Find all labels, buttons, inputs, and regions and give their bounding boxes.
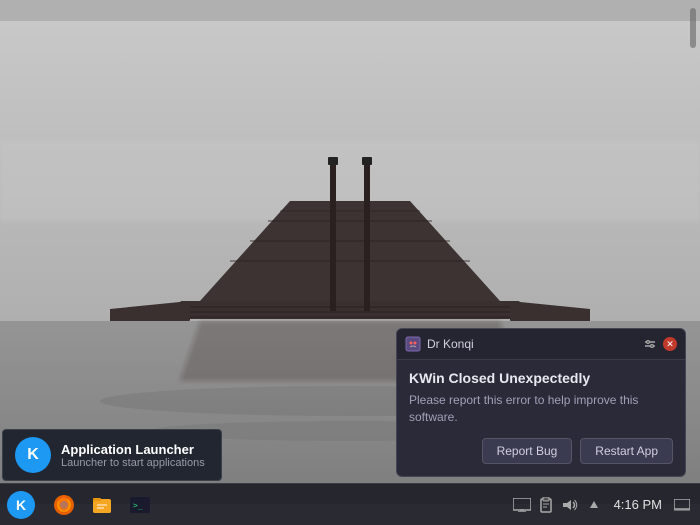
launcher-text: Application Launcher Launcher to start a… [61, 442, 205, 469]
app-launcher-popup: K Application Launcher Launcher to start… [2, 429, 222, 481]
system-tray: 4:16 PM [512, 495, 700, 515]
konqi-window-title: Dr Konqi [427, 337, 635, 351]
dr-konqi-header: Dr Konqi ✕ [397, 329, 685, 360]
taskbar-clock[interactable]: 4:16 PM [608, 497, 668, 512]
taskbar: K [0, 483, 700, 525]
launcher-title: Application Launcher [61, 442, 205, 457]
crash-title: KWin Closed Unexpectedly [409, 370, 673, 386]
dr-konqi-dialog: Dr Konqi ✕ KWin Closed Unexpectedly Plea… [396, 328, 686, 477]
konqi-icon [405, 336, 421, 352]
konqi-close-button[interactable]: ✕ [663, 337, 677, 351]
desktop: K Application Launcher Launcher to start… [0, 0, 700, 525]
dr-konqi-body: KWin Closed Unexpectedly Please report t… [397, 360, 685, 476]
show-desktop-icon[interactable] [672, 495, 692, 515]
launcher-icon: K [15, 437, 51, 473]
desktop-scrollbar[interactable] [690, 8, 696, 48]
crash-description: Please report this error to help improve… [409, 392, 673, 426]
header-controls: ✕ [641, 335, 677, 353]
kde-logo: K [7, 491, 35, 519]
taskbar-terminal[interactable]: >_ [122, 487, 158, 523]
tray-clipboard-icon[interactable] [536, 495, 556, 515]
taskbar-apps: >_ [42, 487, 512, 523]
taskbar-files[interactable] [84, 487, 120, 523]
app-launcher-button[interactable]: K [0, 484, 42, 525]
taskbar-firefox[interactable] [46, 487, 82, 523]
restart-app-button[interactable]: Restart App [580, 438, 673, 464]
tray-volume-icon[interactable] [560, 495, 580, 515]
crash-action-buttons: Report Bug Restart App [409, 438, 673, 464]
konqi-settings-btn[interactable] [641, 335, 659, 353]
tray-screen-icon[interactable] [512, 495, 532, 515]
report-bug-button[interactable]: Report Bug [482, 438, 573, 464]
tray-expand-icon[interactable] [584, 495, 604, 515]
svg-text:>_: >_ [133, 501, 143, 510]
launcher-subtitle: Launcher to start applications [61, 457, 205, 469]
